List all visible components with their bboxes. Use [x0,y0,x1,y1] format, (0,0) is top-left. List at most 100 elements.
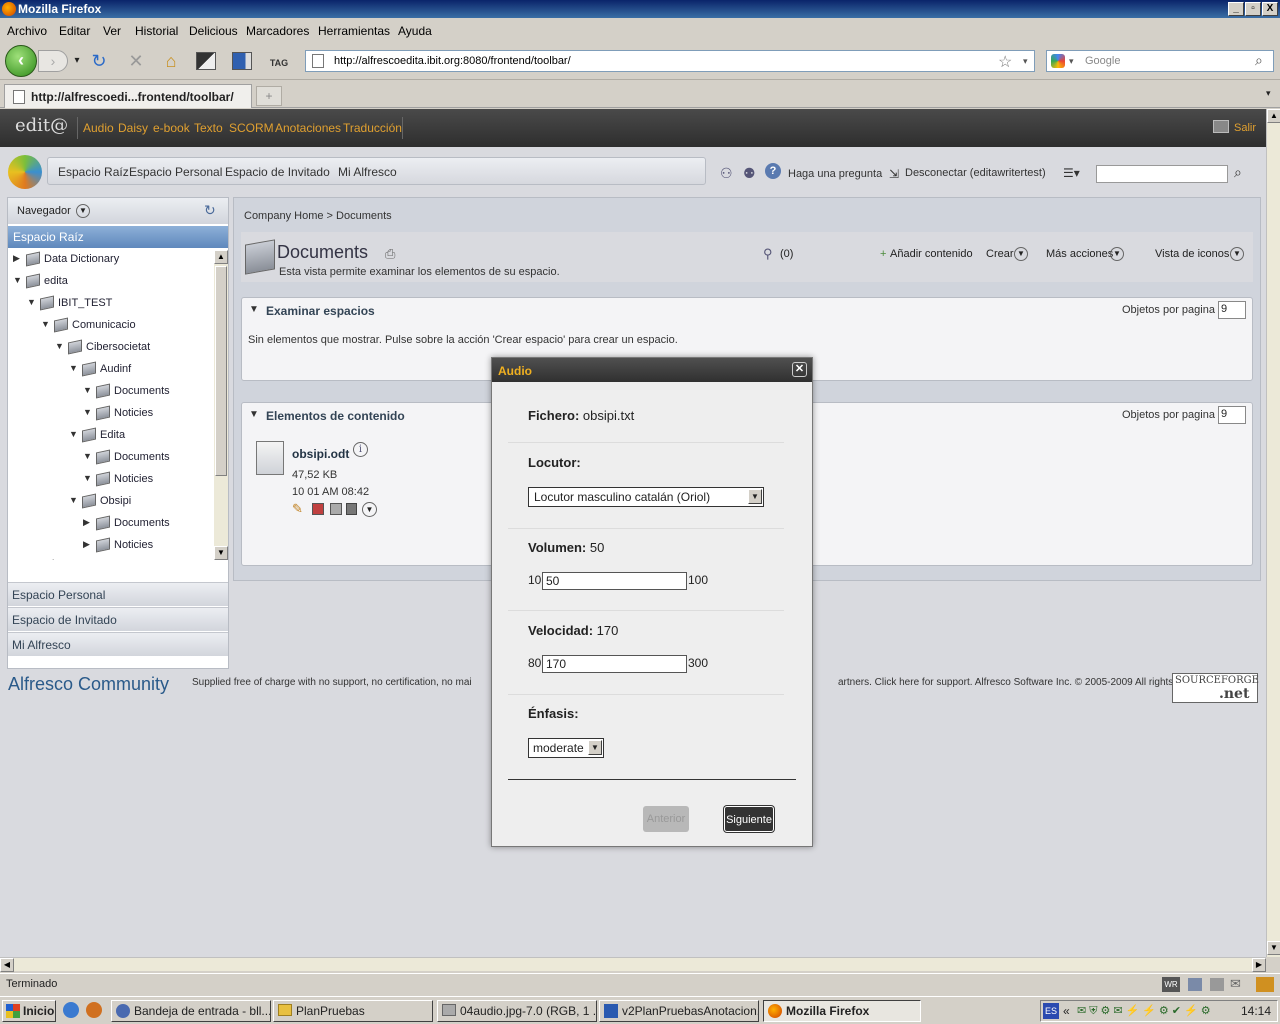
toolbar-texto[interactable]: Texto [194,121,223,135]
dialog-close-button[interactable]: ✕ [792,362,807,377]
taskbar-item-word[interactable]: v2PlanPruebasAnotacion... [599,1000,759,1022]
sidebar-section-invitado[interactable]: Espacio de Invitado [8,607,228,631]
close-window-button[interactable]: X [1262,2,1278,16]
scroll-up-arrow[interactable]: ▲ [214,250,228,264]
page-horizontal-scrollbar[interactable]: ◀ ▶ [0,957,1266,972]
expanded-triangle-icon[interactable]: ▼ [83,407,92,417]
collapsed-triangle-icon[interactable]: ▶ [83,517,90,528]
forward-button[interactable]: › [38,50,68,72]
content-per-page-input[interactable]: 9 [1218,406,1246,424]
app-quicklaunch-icon[interactable] [86,1002,102,1018]
expanded-triangle-icon[interactable]: ▼ [69,495,78,505]
search-bar[interactable]: ▾ Google ⌕ [1046,50,1274,72]
reload-icon[interactable]: ↻ [88,50,110,72]
file-actions-dropdown-icon[interactable]: ▼ [362,502,377,517]
chevron-down-icon[interactable]: ▼ [588,740,602,755]
sidebar-selected-space[interactable]: Espacio Raíz [8,226,228,248]
menu-historial[interactable]: Historial [135,24,178,38]
groups-icon[interactable]: ⚉ [743,165,756,182]
tree-scrollbar[interactable]: ▲ ▼ [214,250,228,560]
menu-ayuda[interactable]: Ayuda [398,24,432,38]
mail-icon[interactable]: ✉ [1230,976,1241,992]
help-icon[interactable]: ? [765,163,781,179]
collapse-content-icon[interactable]: ▼ [249,409,259,420]
sidebar-section-mi-alfresco[interactable]: Mi Alfresco [8,632,228,656]
navigator-dropdown-icon[interactable]: ▼ [76,204,90,218]
url-bar[interactable]: http://alfrescoedita.ibit.org:8080/front… [305,50,1035,72]
create-menu[interactable]: Crear [986,248,1014,260]
home-icon[interactable]: ⌂ [160,50,182,72]
link-espacio-raiz[interactable]: Espacio Raíz [58,165,129,179]
chevron-down-icon[interactable]: ▼ [748,489,762,504]
hscroll-right-arrow[interactable]: ▶ [1252,958,1266,972]
alfresco-community-logo[interactable]: Alfresco Community [8,674,169,695]
history-dropdown-icon[interactable]: ▾ [66,50,88,72]
edit-icon[interactable]: ✎ [292,501,303,517]
link-espacio-invitado[interactable]: Espacio de Invitado [225,165,330,179]
more-actions-dropdown-icon[interactable]: ▼ [1110,247,1124,261]
toolbar-audio[interactable]: Audio [83,121,114,135]
enfasis-select[interactable]: moderate ▼ [528,738,604,758]
document-icon[interactable] [256,441,284,475]
addon-icon[interactable]: WR [1162,977,1180,992]
expanded-triangle-icon[interactable]: ▼ [55,341,64,351]
salir-link[interactable]: Salir [1234,122,1256,134]
grid-icon[interactable] [1210,978,1224,991]
checkout-icon[interactable] [312,503,324,515]
vscroll-down-arrow[interactable]: ▼ [1267,941,1280,955]
toolbar-ebook[interactable]: e-book [153,121,190,135]
breadcrumb-company-home[interactable]: Company Home [244,210,323,222]
expanded-triangle-icon[interactable]: ▼ [83,473,92,483]
expanded-triangle-icon[interactable]: ▼ [69,363,78,373]
create-dropdown-icon[interactable]: ▼ [1014,247,1028,261]
clipboard-icon[interactable]: ⚲ [763,246,773,262]
tree-scroll-thumb[interactable] [215,266,227,476]
rss-icon[interactable]: ⎙ [385,246,395,262]
tray-expand-icon[interactable]: « [1063,1004,1070,1018]
expanded-triangle-icon[interactable]: ▼ [41,319,50,329]
collapse-spaces-icon[interactable]: ▼ [249,304,259,315]
hscroll-left-arrow[interactable]: ◀ [0,958,14,972]
copy-icon[interactable] [330,503,342,515]
search-options-icon[interactable]: ☰▾ [1063,166,1080,180]
tab-current[interactable]: http://alfrescoedi...frontend/toolbar/ [4,84,252,108]
engine-dropdown-icon[interactable]: ▾ [1069,56,1074,67]
menu-delicious[interactable]: Delicious [189,24,238,38]
refresh-icon[interactable]: ↻ [204,202,216,219]
collapsed-triangle-icon[interactable]: ▶ [13,253,20,264]
stop-icon[interactable]: ✕ [125,50,147,72]
siguiente-button[interactable]: Siguiente [724,806,774,832]
screen-icon[interactable] [1188,978,1202,991]
menu-archivo[interactable]: Archivo [7,24,47,38]
exit-icon[interactable] [1213,120,1229,133]
collapsed-triangle-icon[interactable]: ▶ [83,539,90,550]
menu-herramientas[interactable]: Herramientas [318,24,390,38]
language-indicator[interactable]: ES [1043,1003,1059,1019]
tool-icon[interactable] [1256,977,1274,992]
toolbar-traduccion[interactable]: Traducción [343,121,402,135]
spaces-per-page-input[interactable]: 9 [1218,301,1246,319]
start-button[interactable]: Inicio [2,1000,56,1022]
locutor-select[interactable]: Locutor masculino catalán (Oriol) ▼ [528,487,764,507]
ie-quicklaunch-icon[interactable] [63,1002,79,1018]
menu-marcadores[interactable]: Marcadores [246,24,309,38]
bookmarks-icon[interactable] [194,50,216,72]
file-name-link[interactable]: obsipi.odt [292,447,349,461]
help-link[interactable]: Haga una pregunta [788,168,882,180]
volumen-input[interactable]: 50 [542,572,687,590]
scroll-down-arrow[interactable]: ▼ [214,546,228,560]
alfresco-search-input[interactable] [1096,165,1228,183]
menu-editar[interactable]: Editar [59,24,90,38]
maximize-button[interactable]: ▫ [1245,2,1261,16]
link-espacio-personal[interactable]: Espacio Personal [129,165,222,179]
taskbar-item-firefox[interactable]: Mozilla Firefox [763,1000,921,1022]
anterior-button[interactable]: Anterior [643,806,689,832]
toolbar-daisy[interactable]: Daisy [118,121,148,135]
new-tab-button[interactable]: + [256,86,282,106]
sidebar-section-personal[interactable]: Espacio Personal [8,582,228,606]
velocidad-input[interactable]: 170 [542,655,687,673]
search-icon[interactable]: ⌕ [1255,52,1263,69]
tag-icon[interactable]: TAG [268,50,290,72]
taskbar-item-gimp[interactable]: 04audio.jpg-7.0 (RGB, 1 ... [437,1000,597,1022]
tab-list-icon[interactable]: ▾ [1266,88,1271,99]
